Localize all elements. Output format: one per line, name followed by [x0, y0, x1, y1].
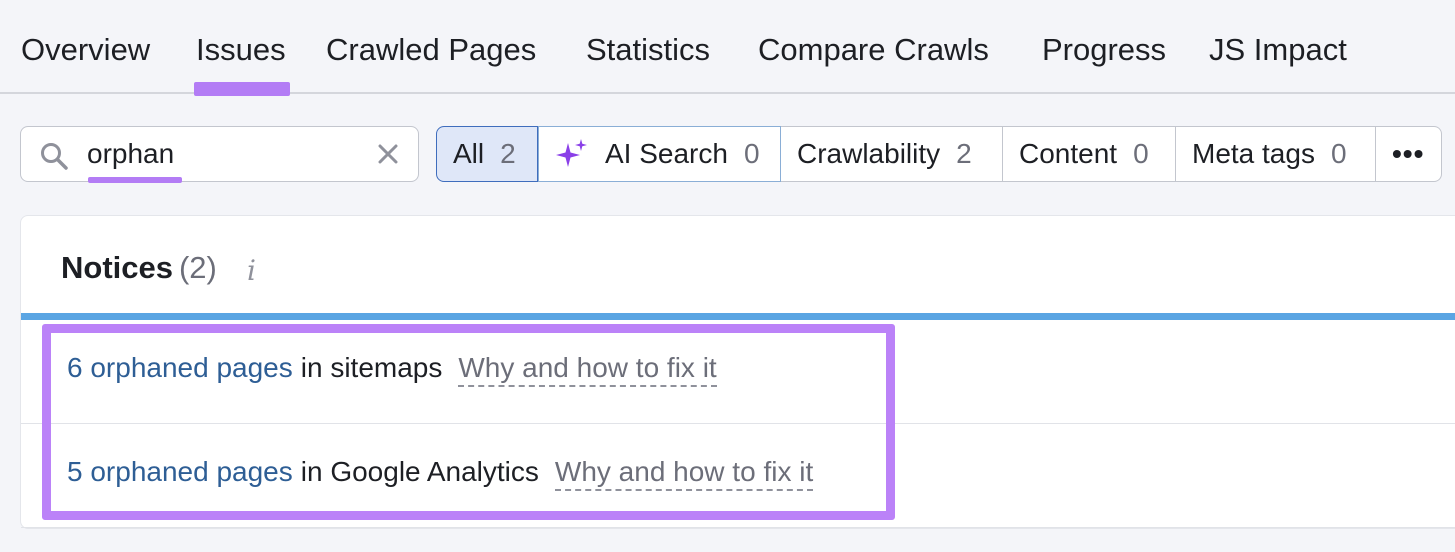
filter-label: Content — [1019, 138, 1118, 169]
why-how-to-fix-link[interactable]: Why and how to fix it — [458, 352, 717, 387]
filter-label: AI Search — [605, 138, 728, 169]
notices-heading: Notices (2) — [61, 250, 217, 286]
search-box[interactable] — [20, 126, 419, 183]
filter-count: 0 — [1133, 138, 1149, 169]
search-icon — [41, 143, 68, 170]
tab-statistics[interactable]: Statistics — [586, 32, 710, 68]
why-how-to-fix-link[interactable]: Why and how to fix it — [554, 456, 814, 491]
filter-meta-tags[interactable]: Meta tags 0 — [1176, 126, 1376, 182]
orphaned-pages-analytics-link[interactable]: 5 orphaned pages — [67, 456, 293, 487]
filter-label: Crawlability — [797, 138, 941, 169]
tab-bar: Overview Issues Crawled Pages Statistics… — [0, 0, 1455, 96]
notices-title: Notices — [61, 250, 173, 285]
filter-count: 0 — [743, 138, 760, 169]
notice-text: in Google Analytics — [300, 456, 539, 487]
tab-overview[interactable]: Overview — [21, 32, 150, 68]
filter-crawlability[interactable]: Crawlability 2 — [781, 126, 1003, 182]
info-icon[interactable]: i — [247, 254, 256, 287]
filter-label: Meta tags — [1192, 138, 1315, 169]
notices-panel: Notices (2) i 6 orphaned pages in sitemaps… — [20, 215, 1455, 529]
search-input[interactable] — [87, 138, 347, 170]
tab-compare-crawls[interactable]: Compare Crawls — [758, 32, 989, 68]
tab-progress[interactable]: Progress — [1042, 32, 1166, 68]
sparkle-icon — [556, 139, 587, 167]
more-icon: ••• — [1392, 138, 1425, 169]
tab-crawled-pages[interactable]: Crawled Pages — [326, 32, 536, 68]
more-filters-button[interactable]: ••• — [1376, 126, 1442, 182]
filter-content[interactable]: Content 0 — [1003, 126, 1176, 182]
filter-all[interactable]: All 2 — [436, 126, 538, 182]
notice-text: in sitemaps — [300, 352, 443, 383]
filter-label: All — [453, 138, 485, 169]
notice-row: 5 orphaned pages in Google Analytics Why a… — [21, 424, 1455, 528]
search-highlight-underline — [88, 177, 182, 183]
filter-count: 2 — [500, 138, 516, 169]
issue-category-filter: All 2 AI Search 0 Crawlability 2 Content… — [436, 126, 1442, 182]
tab-issues[interactable]: Issues — [194, 32, 290, 96]
tab-js-impact[interactable]: JS Impact — [1209, 32, 1347, 68]
close-icon[interactable] — [374, 140, 402, 168]
notice-row: 6 orphaned pages in sitemaps Why and how t… — [21, 320, 1455, 424]
notices-count: (2) — [178, 250, 217, 285]
filter-count: 0 — [1330, 138, 1347, 169]
filter-ai-search[interactable]: AI Search 0 — [538, 126, 781, 182]
notices-color-bar — [21, 313, 1455, 320]
filter-count: 2 — [956, 138, 972, 169]
orphaned-pages-sitemaps-link[interactable]: 6 orphaned pages — [67, 352, 293, 383]
